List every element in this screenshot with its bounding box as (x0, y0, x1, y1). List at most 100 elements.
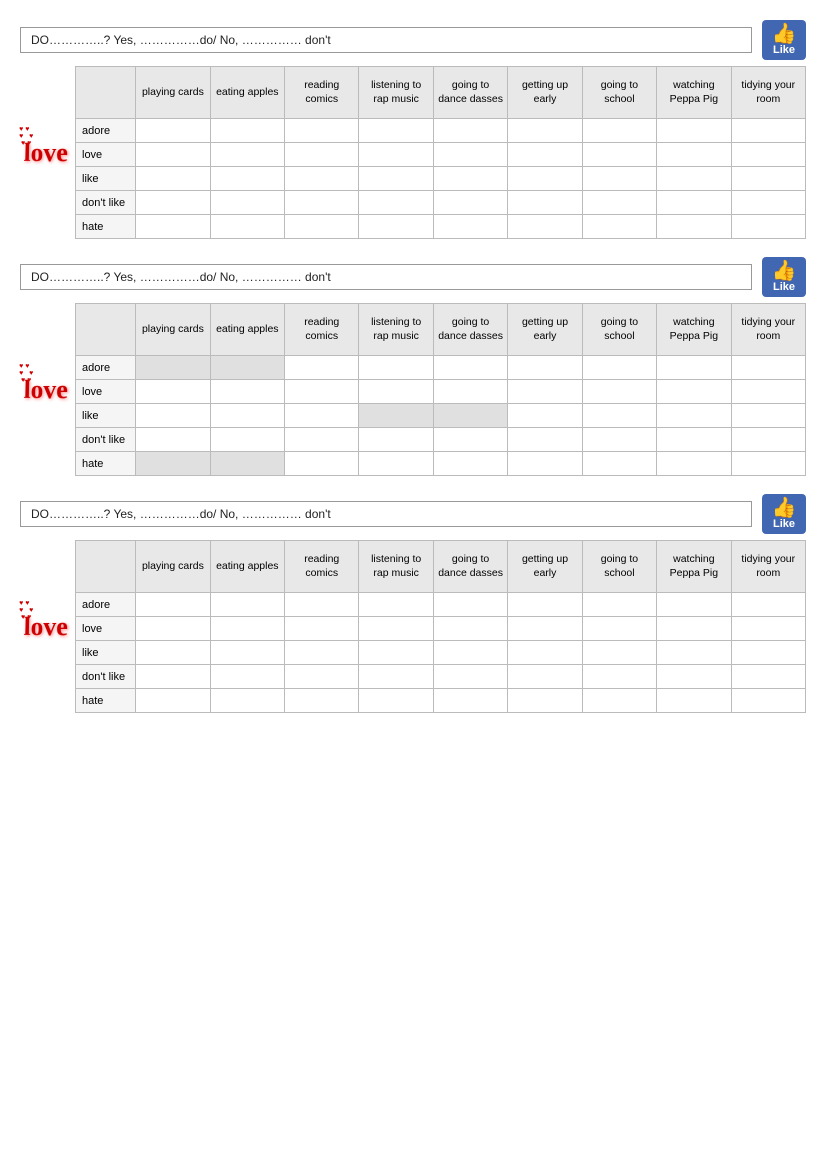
cell-r2-c2[interactable] (285, 167, 359, 191)
cell-r0-c5[interactable] (508, 356, 582, 380)
cell-r1-c6[interactable] (582, 617, 656, 641)
cell-r4-c5[interactable] (508, 215, 582, 239)
cell-r4-c0[interactable] (136, 215, 210, 239)
cell-r1-c6[interactable] (582, 380, 656, 404)
cell-r4-c3[interactable] (359, 452, 433, 476)
cell-r3-c0[interactable] (136, 665, 210, 689)
cell-r3-c6[interactable] (582, 428, 656, 452)
cell-r1-c5[interactable] (508, 380, 582, 404)
cell-r2-c3[interactable] (359, 167, 433, 191)
cell-r3-c2[interactable] (285, 428, 359, 452)
cell-r0-c0[interactable] (136, 356, 210, 380)
cell-r4-c2[interactable] (285, 689, 359, 713)
cell-r3-c5[interactable] (508, 191, 582, 215)
cell-r3-c6[interactable] (582, 191, 656, 215)
cell-r1-c0[interactable] (136, 143, 210, 167)
cell-r2-c8[interactable] (731, 641, 805, 665)
cell-r3-c8[interactable] (731, 665, 805, 689)
cell-r1-c4[interactable] (433, 143, 507, 167)
cell-r2-c6[interactable] (582, 404, 656, 428)
cell-r4-c7[interactable] (657, 689, 731, 713)
cell-r3-c4[interactable] (433, 665, 507, 689)
cell-r1-c8[interactable] (731, 380, 805, 404)
cell-r3-c4[interactable] (433, 191, 507, 215)
cell-r2-c4[interactable] (433, 404, 507, 428)
cell-r2-c3[interactable] (359, 404, 433, 428)
cell-r3-c2[interactable] (285, 191, 359, 215)
cell-r1-c1[interactable] (210, 617, 284, 641)
cell-r1-c4[interactable] (433, 617, 507, 641)
cell-r1-c0[interactable] (136, 617, 210, 641)
cell-r2-c1[interactable] (210, 641, 284, 665)
cell-r1-c2[interactable] (285, 380, 359, 404)
cell-r4-c6[interactable] (582, 452, 656, 476)
cell-r2-c4[interactable] (433, 641, 507, 665)
cell-r4-c0[interactable] (136, 689, 210, 713)
cell-r4-c7[interactable] (657, 452, 731, 476)
cell-r2-c2[interactable] (285, 641, 359, 665)
cell-r2-c1[interactable] (210, 404, 284, 428)
cell-r2-c8[interactable] (731, 167, 805, 191)
cell-r4-c3[interactable] (359, 215, 433, 239)
cell-r3-c0[interactable] (136, 428, 210, 452)
cell-r2-c7[interactable] (657, 167, 731, 191)
cell-r0-c2[interactable] (285, 119, 359, 143)
cell-r0-c1[interactable] (210, 119, 284, 143)
cell-r2-c8[interactable] (731, 404, 805, 428)
cell-r0-c1[interactable] (210, 356, 284, 380)
cell-r2-c3[interactable] (359, 641, 433, 665)
cell-r3-c8[interactable] (731, 428, 805, 452)
cell-r4-c4[interactable] (433, 215, 507, 239)
cell-r4-c6[interactable] (582, 215, 656, 239)
cell-r3-c3[interactable] (359, 191, 433, 215)
cell-r1-c1[interactable] (210, 380, 284, 404)
cell-r2-c2[interactable] (285, 404, 359, 428)
cell-r2-c7[interactable] (657, 641, 731, 665)
cell-r3-c7[interactable] (657, 428, 731, 452)
cell-r2-c5[interactable] (508, 641, 582, 665)
cell-r1-c8[interactable] (731, 143, 805, 167)
cell-r4-c8[interactable] (731, 215, 805, 239)
cell-r4-c1[interactable] (210, 689, 284, 713)
like-badge-2[interactable]: 👍Like (762, 257, 806, 297)
cell-r2-c4[interactable] (433, 167, 507, 191)
cell-r3-c2[interactable] (285, 665, 359, 689)
cell-r4-c4[interactable] (433, 452, 507, 476)
cell-r4-c7[interactable] (657, 215, 731, 239)
cell-r1-c5[interactable] (508, 617, 582, 641)
cell-r1-c7[interactable] (657, 143, 731, 167)
cell-r2-c0[interactable] (136, 404, 210, 428)
cell-r0-c3[interactable] (359, 356, 433, 380)
cell-r0-c3[interactable] (359, 119, 433, 143)
cell-r3-c4[interactable] (433, 428, 507, 452)
cell-r4-c0[interactable] (136, 452, 210, 476)
cell-r0-c3[interactable] (359, 593, 433, 617)
cell-r1-c2[interactable] (285, 143, 359, 167)
cell-r1-c1[interactable] (210, 143, 284, 167)
cell-r3-c6[interactable] (582, 665, 656, 689)
cell-r3-c1[interactable] (210, 191, 284, 215)
cell-r3-c3[interactable] (359, 428, 433, 452)
cell-r4-c8[interactable] (731, 452, 805, 476)
cell-r4-c2[interactable] (285, 215, 359, 239)
cell-r0-c1[interactable] (210, 593, 284, 617)
cell-r0-c6[interactable] (582, 119, 656, 143)
cell-r0-c8[interactable] (731, 593, 805, 617)
cell-r2-c5[interactable] (508, 404, 582, 428)
cell-r3-c1[interactable] (210, 665, 284, 689)
cell-r3-c7[interactable] (657, 665, 731, 689)
cell-r1-c2[interactable] (285, 617, 359, 641)
cell-r4-c2[interactable] (285, 452, 359, 476)
cell-r1-c3[interactable] (359, 380, 433, 404)
cell-r0-c2[interactable] (285, 593, 359, 617)
cell-r1-c3[interactable] (359, 143, 433, 167)
cell-r0-c0[interactable] (136, 119, 210, 143)
cell-r0-c7[interactable] (657, 119, 731, 143)
cell-r2-c7[interactable] (657, 404, 731, 428)
cell-r4-c8[interactable] (731, 689, 805, 713)
cell-r2-c6[interactable] (582, 167, 656, 191)
cell-r1-c4[interactable] (433, 380, 507, 404)
cell-r4-c5[interactable] (508, 452, 582, 476)
cell-r4-c1[interactable] (210, 452, 284, 476)
cell-r4-c1[interactable] (210, 215, 284, 239)
